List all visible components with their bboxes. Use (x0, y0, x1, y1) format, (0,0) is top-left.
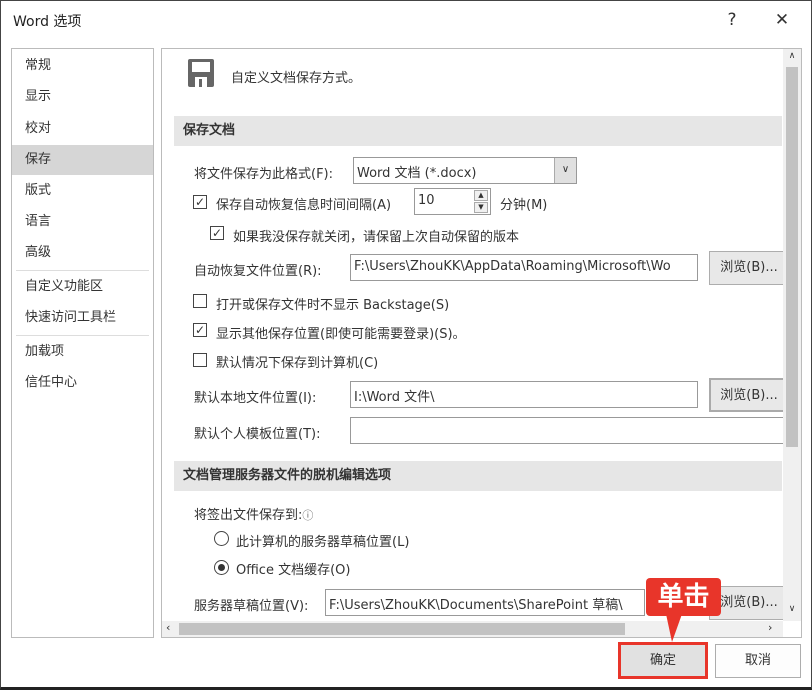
sidebar: 常规 显示 校对 保存 版式 语言 高级 自定义功能区 快速访问工具栏 加载项 … (11, 48, 154, 638)
save-to-computer-checkbox[interactable] (193, 353, 207, 367)
ok-button[interactable]: 确定 (618, 642, 708, 679)
format-label: 将文件保存为此格式(F): (194, 167, 334, 182)
sidebar-item-advanced[interactable]: 高级 (12, 238, 153, 268)
horizontal-scroll-thumb[interactable] (179, 623, 625, 635)
format-value: Word 文档 (*.docx) (357, 166, 477, 181)
show-other-locations-label: 显示其他保存位置(即使可能需要登录)(S)。 (216, 327, 466, 342)
sidebar-item-quick-access[interactable]: 快速访问工具栏 (12, 303, 153, 333)
no-backstage-label: 打开或保存文件时不显示 Backstage(S) (216, 298, 450, 313)
section-offline-editing: 文档管理服务器文件的脱机编辑选项 (174, 461, 782, 491)
chevron-down-icon: ∨ (554, 158, 576, 183)
help-button[interactable]: ? (717, 7, 747, 33)
no-backstage-checkbox[interactable] (193, 294, 207, 308)
cancel-button[interactable]: 取消 (715, 644, 801, 678)
sidebar-item-layout[interactable]: 版式 (12, 176, 153, 206)
save-disk-icon (188, 59, 214, 87)
sidebar-divider (16, 335, 149, 336)
sidebar-divider (16, 270, 149, 271)
sidebar-item-trust-center[interactable]: 信任中心 (12, 368, 153, 398)
interval-spinner[interactable]: 10 ▲ ▼ (414, 188, 491, 215)
vertical-scroll-thumb[interactable] (786, 67, 798, 447)
autorecover-location-label: 自动恢复文件位置(R): (194, 264, 322, 279)
keep-last-checkbox[interactable]: ✓ (210, 226, 224, 240)
local-location-input[interactable]: I:\Word 文件\ (350, 381, 698, 408)
info-icon: ⓘ (302, 509, 314, 522)
main-panel: 自定义文档保存方式。 保存文档 将文件保存为此格式(F): Word 文档 (*… (161, 48, 802, 638)
sidebar-item-addins[interactable]: 加载项 (12, 337, 153, 367)
autorecover-checkbox[interactable]: ✓ (193, 195, 207, 209)
sidebar-item-language[interactable]: 语言 (12, 207, 153, 237)
sidebar-item-general[interactable]: 常规 (12, 51, 153, 81)
radio-office-cache[interactable] (214, 560, 229, 575)
template-location-input[interactable] (350, 417, 790, 444)
autorecover-location-input[interactable]: F:\Users\ZhouKK\AppData\Roaming\Microsof… (350, 254, 698, 281)
header-text: 自定义文档保存方式。 (231, 71, 362, 86)
local-location-label: 默认本地文件位置(I): (194, 391, 317, 406)
autorecover-label: 保存自动恢复信息时间间隔(A) (216, 198, 392, 213)
close-button[interactable]: ✕ (767, 7, 797, 33)
template-location-label: 默认个人模板位置(T): (194, 427, 321, 442)
checkout-label: 将签出文件保存到:ⓘ (194, 508, 314, 523)
minutes-label: 分钟(M) (500, 198, 548, 213)
spin-up-icon[interactable]: ▲ (474, 190, 488, 201)
radio-server-drafts[interactable] (214, 531, 229, 546)
spin-down-icon[interactable]: ▼ (474, 202, 488, 213)
annotation-pointer (666, 614, 682, 642)
sidebar-item-customize-ribbon[interactable]: 自定义功能区 (12, 272, 153, 302)
keep-last-label: 如果我没保存就关闭，请保留上次自动保留的版本 (233, 230, 520, 245)
server-location-label: 服务器草稿位置(V): (194, 599, 309, 614)
office-cache-label: Office 文档缓存(O) (236, 563, 351, 578)
dialog-title: Word 选项 (13, 14, 82, 30)
server-location-input[interactable]: F:\Users\ZhouKK\Documents\SharePoint 草稿\ (325, 589, 645, 616)
scroll-left-icon[interactable]: ‹ (166, 621, 170, 634)
click-annotation: 单击 (646, 578, 721, 616)
sidebar-item-proofing[interactable]: 校对 (12, 114, 153, 144)
word-options-dialog: Word 选项 ? ✕ 常规 显示 校对 保存 版式 语言 高级 自定义功能区 … (0, 0, 812, 690)
horizontal-scrollbar[interactable]: ‹ › (162, 621, 783, 637)
save-to-computer-label: 默认情况下保存到计算机(C) (216, 356, 379, 371)
show-other-locations-checkbox[interactable]: ✓ (193, 323, 207, 337)
scroll-down-icon[interactable]: ∨ (785, 604, 799, 614)
scroll-right-icon[interactable]: › (768, 621, 772, 634)
vertical-scrollbar[interactable]: ∧ ∨ (783, 49, 801, 621)
interval-value: 10 (418, 193, 435, 208)
browse-autorecover-button[interactable]: 浏览(B)... (709, 251, 789, 285)
format-select[interactable]: Word 文档 (*.docx) ∨ (353, 157, 577, 184)
browse-local-button[interactable]: 浏览(B)... (709, 378, 789, 412)
section-save-documents: 保存文档 (174, 116, 782, 146)
sidebar-item-save[interactable]: 保存 (12, 145, 153, 175)
sidebar-item-display[interactable]: 显示 (12, 82, 153, 112)
scroll-up-icon[interactable]: ∧ (785, 51, 799, 61)
browse-server-button[interactable]: 浏览(B)... (709, 586, 789, 620)
server-drafts-label: 此计算机的服务器草稿位置(L) (236, 535, 410, 550)
